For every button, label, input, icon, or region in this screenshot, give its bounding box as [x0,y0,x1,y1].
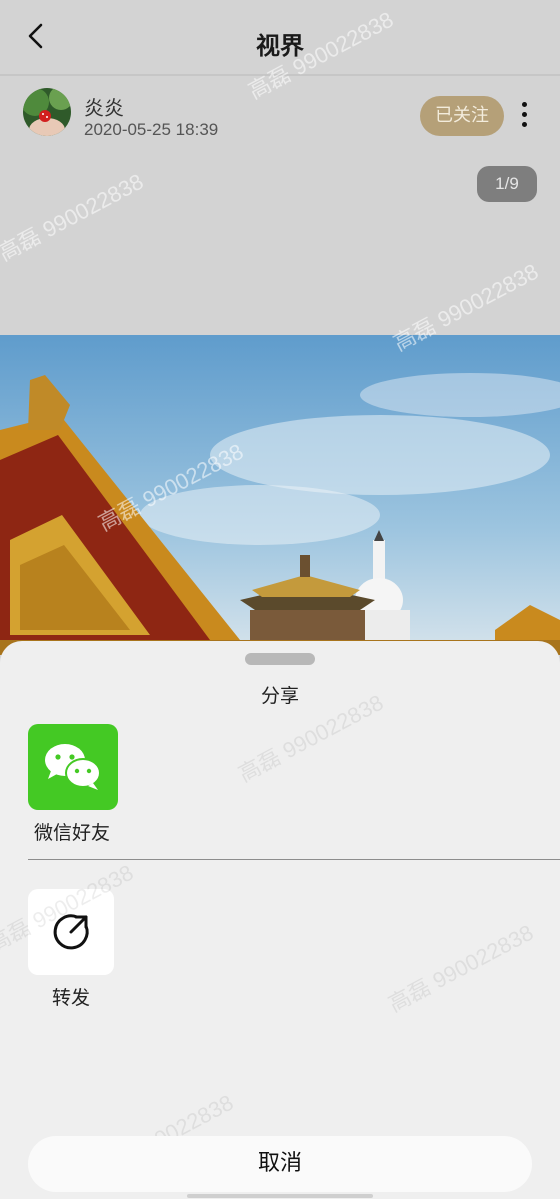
more-vertical-icon [512,102,536,127]
top-bar: 视界 [0,0,560,76]
forbidden-city-photo [0,335,560,655]
avatar[interactable] [23,88,71,136]
share-sheet-title: 分享 [260,685,299,707]
forward-tile [28,889,114,975]
follow-button[interactable]: 已关注 [420,96,504,136]
post-author-row: 炎炎 2020-05-25 18:39 已关注 [0,84,560,148]
sheet-drag-handle[interactable] [245,653,315,665]
share-forward-button[interactable]: 转发 [28,889,114,1010]
share-option-label: 转发 [51,987,90,1009]
share-wechat-friend-button[interactable]: 微信好友 [28,724,122,845]
share-option-label: 微信好友 [33,822,110,844]
wechat-tile [28,724,118,810]
cancel-button[interactable]: 取消 [28,1136,532,1192]
post-timestamp: 2020-05-25 18:39 [84,120,219,139]
page-title: 视界 [256,32,304,60]
image-page-counter: 1/9 [477,166,537,202]
home-indicator [187,1194,373,1198]
wechat-icon [45,744,101,790]
share-sheet: 分享 微信好友 转发 高磊 990022838 高磊 高磊 990022838 … [0,641,560,1199]
avatar-image [23,88,71,136]
post-image[interactable] [0,335,560,655]
more-options-button[interactable] [512,102,536,132]
watermark: 高磊 990022838 [0,168,148,266]
watermark: 高磊 990022838 [384,919,538,1017]
forward-icon [53,914,89,950]
divider [28,859,560,860]
author-name[interactable]: 炎炎 [84,92,124,121]
